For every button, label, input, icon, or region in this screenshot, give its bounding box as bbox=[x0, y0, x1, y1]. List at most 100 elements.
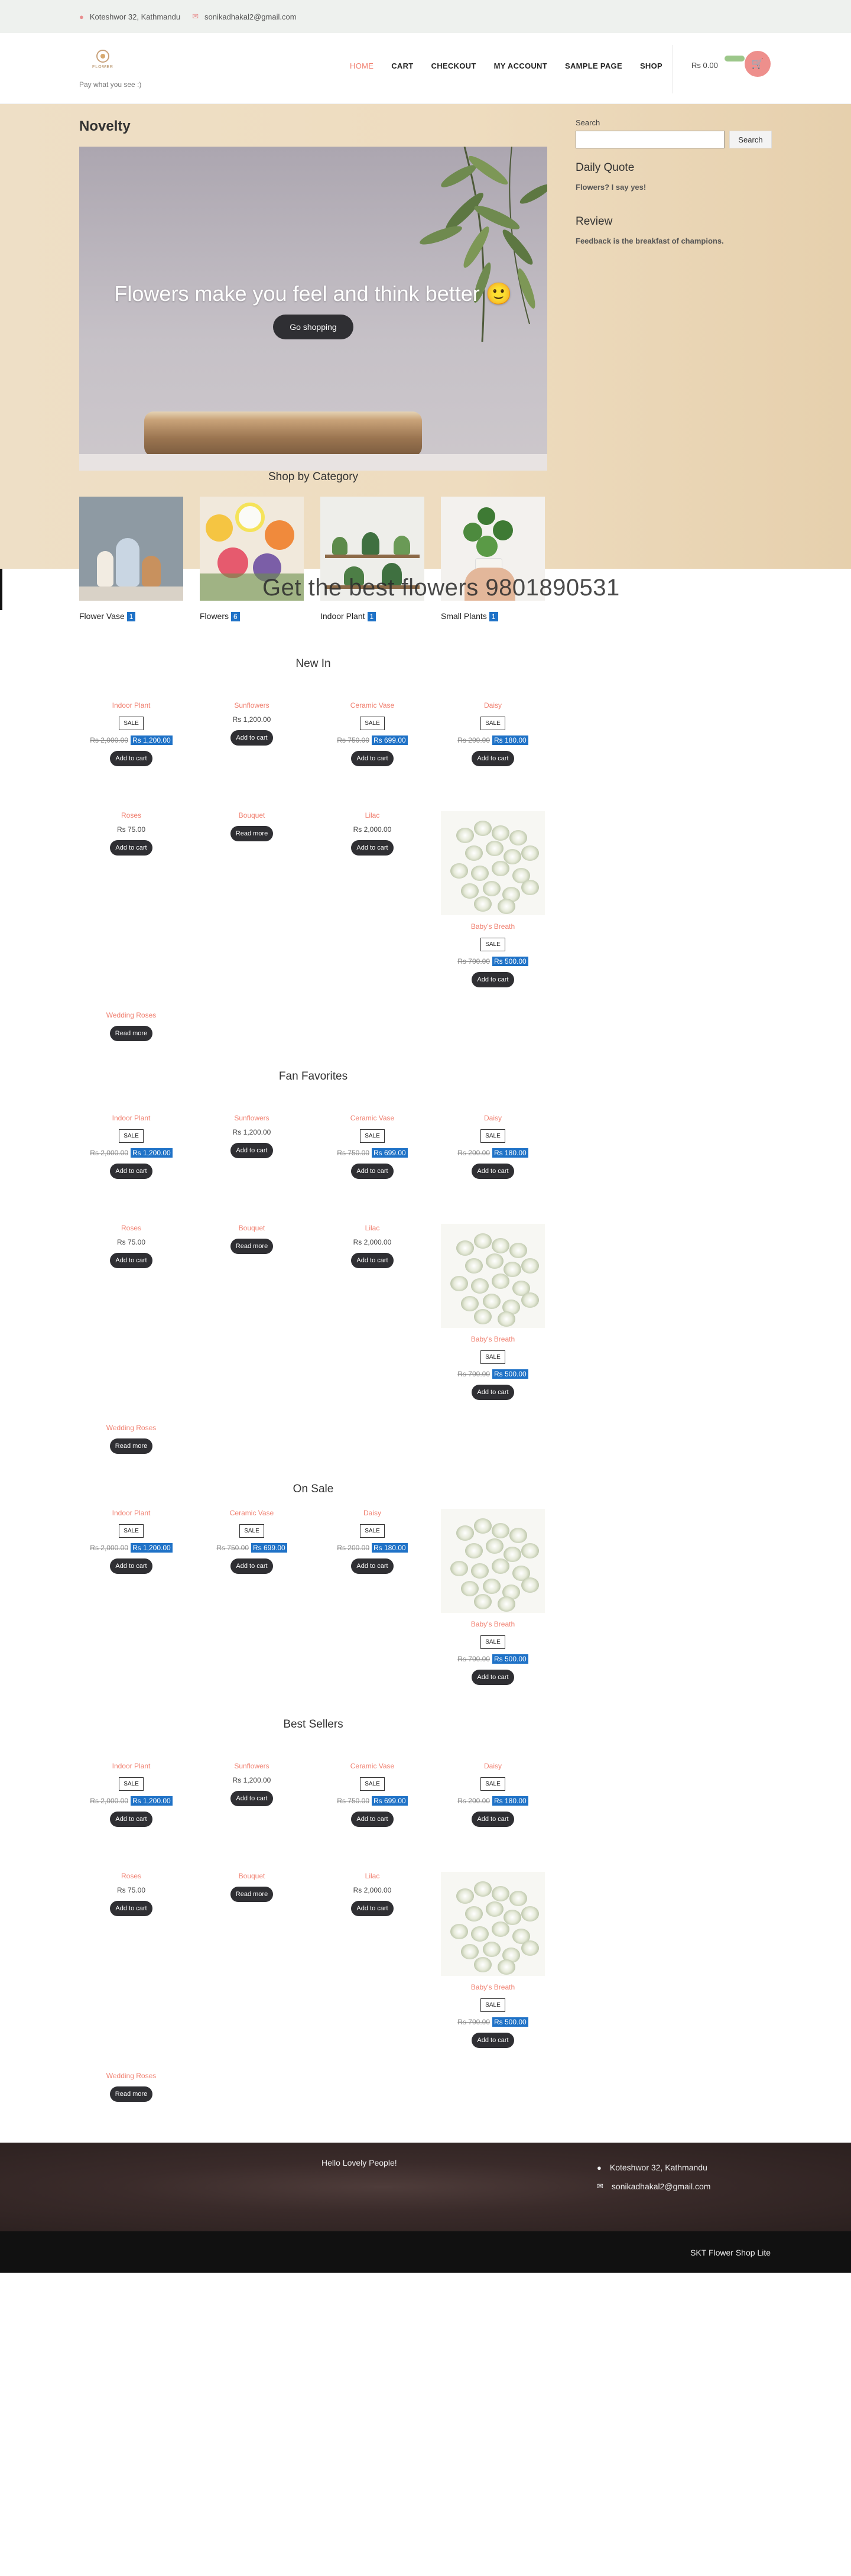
product-name[interactable]: Lilac bbox=[320, 1224, 424, 1232]
product-name[interactable]: Baby's Breath bbox=[441, 922, 545, 931]
product-name[interactable]: Daisy bbox=[441, 1762, 545, 1770]
babys-breath-image[interactable] bbox=[441, 1509, 545, 1613]
nav-home[interactable]: HOME bbox=[350, 61, 373, 70]
add-to-cart-button[interactable]: Add to cart bbox=[110, 1164, 152, 1179]
babys-breath-image[interactable] bbox=[441, 1224, 545, 1328]
product-name[interactable]: Ceramic Vase bbox=[200, 1509, 304, 1517]
add-to-cart-button[interactable]: Add to cart bbox=[351, 1253, 394, 1268]
add-to-cart-button[interactable]: Add to cart bbox=[230, 1791, 273, 1806]
read-more-button[interactable]: Read more bbox=[230, 826, 273, 841]
topbar-email[interactable]: ✉ sonikadhakal2@gmail.com bbox=[192, 12, 296, 21]
site-logo[interactable]: FLOWER bbox=[79, 50, 126, 69]
add-to-cart-button[interactable]: Add to cart bbox=[351, 1558, 394, 1574]
product-name[interactable]: Roses bbox=[79, 1224, 183, 1232]
search-input[interactable] bbox=[576, 131, 725, 148]
old-price: Rs 700.00 bbox=[457, 1655, 490, 1663]
add-to-cart-button[interactable]: Add to cart bbox=[472, 751, 514, 766]
product-name[interactable]: Daisy bbox=[441, 701, 545, 709]
product-name[interactable]: Bouquet bbox=[200, 1872, 304, 1880]
add-to-cart-button[interactable]: Add to cart bbox=[230, 1143, 273, 1158]
go-shopping-button[interactable]: Go shopping bbox=[273, 315, 353, 339]
edge-bar bbox=[0, 569, 2, 610]
add-to-cart-button[interactable]: Add to cart bbox=[351, 751, 394, 766]
product-name[interactable]: Baby's Breath bbox=[441, 1620, 545, 1628]
babys-breath-image[interactable] bbox=[441, 811, 545, 915]
read-more-button[interactable]: Read more bbox=[110, 1026, 152, 1041]
add-to-cart-button[interactable]: Add to cart bbox=[351, 840, 394, 856]
product-card: Lilac Rs 2,000.00 Add to cart bbox=[320, 811, 424, 856]
product-card: Lilac Rs 2,000.00 Add to cart bbox=[320, 1872, 424, 1916]
product-name[interactable]: Indoor Plant bbox=[79, 1762, 183, 1770]
envelope-icon: ✉ bbox=[597, 2182, 603, 2191]
product-name[interactable]: Wedding Roses bbox=[79, 1424, 183, 1432]
product-name[interactable]: Sunflowers bbox=[200, 1114, 304, 1122]
product-name[interactable]: Bouquet bbox=[200, 811, 304, 819]
product-name[interactable]: Daisy bbox=[320, 1509, 424, 1517]
add-to-cart-button[interactable]: Add to cart bbox=[472, 1812, 514, 1827]
product-name[interactable]: Daisy bbox=[441, 1114, 545, 1122]
add-to-cart-button[interactable]: Add to cart bbox=[351, 1164, 394, 1179]
product-name[interactable]: Indoor Plant bbox=[79, 1114, 183, 1122]
add-to-cart-button[interactable]: Add to cart bbox=[230, 1558, 273, 1574]
product-name[interactable]: Lilac bbox=[320, 811, 424, 819]
read-more-button[interactable]: Read more bbox=[110, 2086, 152, 2102]
sale-price: Rs 1,200.00 bbox=[131, 1796, 173, 1806]
read-more-button[interactable]: Read more bbox=[110, 1438, 152, 1454]
add-to-cart-button[interactable]: Add to cart bbox=[351, 1812, 394, 1827]
price-value: Rs 75.00 bbox=[116, 1238, 146, 1246]
product-name[interactable]: Baby's Breath bbox=[441, 1335, 545, 1343]
product-name[interactable]: Ceramic Vase bbox=[320, 701, 424, 709]
promo-band-text: Get the best flowers 9801890531 bbox=[262, 575, 620, 601]
add-to-cart-button[interactable]: Add to cart bbox=[110, 1253, 152, 1268]
add-to-cart-button[interactable]: Add to cart bbox=[110, 840, 152, 856]
category-flowers[interactable]: Flowers 6 bbox=[200, 497, 304, 621]
old-price: Rs 750.00 bbox=[337, 1149, 369, 1157]
product-name[interactable]: Sunflowers bbox=[200, 1762, 304, 1770]
product-name[interactable]: Indoor Plant bbox=[79, 1509, 183, 1517]
product-name[interactable]: Wedding Roses bbox=[79, 1011, 183, 1019]
product-name[interactable]: Indoor Plant bbox=[79, 701, 183, 709]
topbar-email-text[interactable]: sonikadhakal2@gmail.com bbox=[204, 12, 297, 21]
babys-breath-image[interactable] bbox=[441, 1872, 545, 1976]
product-name[interactable]: Lilac bbox=[320, 1872, 424, 1880]
add-to-cart-button[interactable]: Add to cart bbox=[230, 730, 273, 746]
hero-slider[interactable]: Flowers make you feel and think better 🙂… bbox=[79, 147, 547, 471]
category-image[interactable] bbox=[79, 497, 183, 601]
add-to-cart-button[interactable]: Add to cart bbox=[110, 1901, 152, 1916]
add-to-cart-button[interactable]: Add to cart bbox=[110, 751, 152, 766]
product-name[interactable]: Ceramic Vase bbox=[320, 1114, 424, 1122]
search-button[interactable]: Search bbox=[729, 131, 772, 148]
nav-shop[interactable]: SHOP bbox=[640, 61, 662, 70]
add-to-cart-button[interactable]: Add to cart bbox=[472, 1670, 514, 1685]
product-name[interactable]: Bouquet bbox=[200, 1224, 304, 1232]
add-to-cart-button[interactable]: Add to cart bbox=[472, 1385, 514, 1400]
add-to-cart-button[interactable]: Add to cart bbox=[472, 2033, 514, 2048]
product-name[interactable]: Roses bbox=[79, 811, 183, 819]
add-to-cart-button[interactable]: Add to cart bbox=[110, 1558, 152, 1574]
category-flower-vase[interactable]: Flower Vase 1 bbox=[79, 497, 183, 621]
nav-checkout[interactable]: CHECKOUT bbox=[431, 61, 476, 70]
add-to-cart-button[interactable]: Add to cart bbox=[351, 1901, 394, 1916]
nav-sample-page[interactable]: SAMPLE PAGE bbox=[565, 61, 622, 70]
category-small-plants[interactable]: Small Plants 1 bbox=[441, 497, 545, 621]
shopping-cart-icon[interactable]: 🛒 bbox=[745, 51, 771, 77]
add-to-cart-button[interactable]: Add to cart bbox=[472, 972, 514, 987]
category-indoor-plant[interactable]: Indoor Plant 1 bbox=[320, 497, 424, 621]
footer-email-text[interactable]: sonikadhakal2@gmail.com bbox=[612, 2182, 711, 2191]
read-more-button[interactable]: Read more bbox=[230, 1239, 273, 1254]
product-name[interactable]: Ceramic Vase bbox=[320, 1762, 424, 1770]
cart-total[interactable]: Rs 0.00 bbox=[691, 61, 718, 70]
nav-my-account[interactable]: MY ACCOUNT bbox=[494, 61, 547, 70]
footer-email[interactable]: ✉ sonikadhakal2@gmail.com bbox=[597, 2182, 710, 2191]
product-card: Baby's Breath SALE Rs 700.00 Rs 500.00 Add t… bbox=[441, 1224, 545, 1400]
read-more-button[interactable]: Read more bbox=[230, 1887, 273, 1902]
product-name[interactable]: Baby's Breath bbox=[441, 1983, 545, 1991]
product-name[interactable]: Roses bbox=[79, 1872, 183, 1880]
product-name[interactable]: Wedding Roses bbox=[79, 2072, 183, 2080]
product-price: Rs 1,200.00 bbox=[200, 1128, 304, 1136]
product-name[interactable]: Sunflowers bbox=[200, 701, 304, 709]
product-price: Rs 2,000.00 Rs 1,200.00 bbox=[79, 1543, 183, 1553]
add-to-cart-button[interactable]: Add to cart bbox=[110, 1812, 152, 1827]
add-to-cart-button[interactable]: Add to cart bbox=[472, 1164, 514, 1179]
nav-cart[interactable]: CART bbox=[391, 61, 413, 70]
